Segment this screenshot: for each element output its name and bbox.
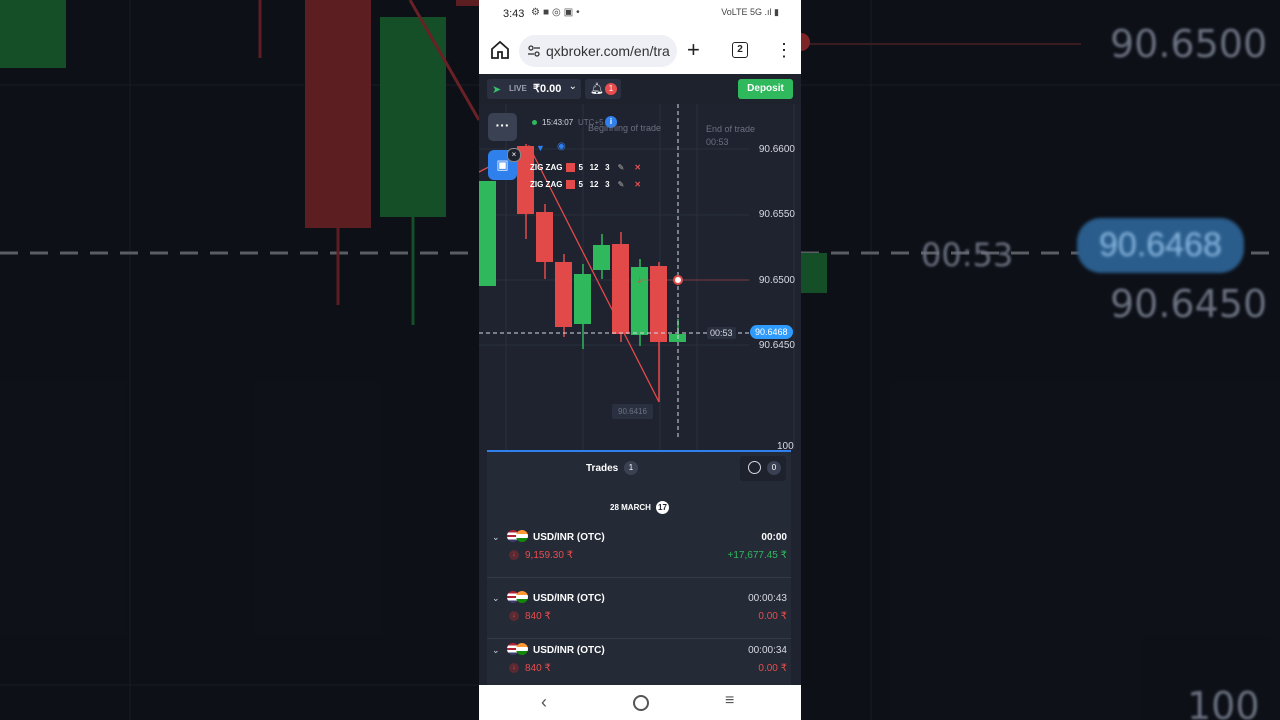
arrow-down-icon: ↓ [509, 550, 519, 560]
candle [650, 266, 667, 342]
chevron-down-icon[interactable]: ⌄ [492, 593, 500, 604]
background-level: 100 [1187, 684, 1260, 720]
trade-amount: 9,159.30 ₹ [525, 550, 574, 561]
status-signal-icons: VoLTE 5G .ıl ▮ [721, 7, 779, 17]
date-badge: 17 [656, 501, 669, 514]
site-settings-icon[interactable] [527, 44, 541, 58]
trade-timer: 00:00 [761, 532, 787, 543]
deposit-button[interactable]: Deposit [738, 79, 793, 99]
trade-timer: 00:00:43 [748, 593, 787, 604]
chevron-down-icon[interactable]: ⌄ [492, 645, 500, 656]
trade-profit: 0.00 ₹ [758, 663, 787, 674]
candle [612, 244, 629, 334]
price-axis-label: 90.6600 [758, 144, 795, 155]
background-time: 00:53 [921, 236, 1014, 274]
candle [536, 212, 553, 262]
trade-profit: 0.00 ₹ [758, 611, 787, 622]
background-price-1: 90.6500 [1110, 22, 1268, 66]
history-count-badge: 0 [767, 461, 781, 475]
trade-pair: USD/INR (OTC) [533, 593, 605, 604]
trade-timer: 00:00:34 [748, 645, 787, 656]
background-price-pill: 90.6468 [1077, 218, 1244, 273]
candle [479, 181, 496, 286]
trades-panel: Trades 1 0 28 MARCH 17 ⌄ USD/INR (OTC) 0… [487, 450, 791, 687]
arrow-down-icon: ↓ [509, 611, 519, 621]
price-axis-label: 90.6550 [758, 209, 795, 220]
current-price-tag: 90.6468 [750, 325, 793, 339]
candle [593, 245, 610, 270]
arrow-down-icon: ↓ [509, 663, 519, 673]
end-of-trade-label: End of trade 00:53 [706, 124, 756, 147]
remove-indicator-icon: ✕ [634, 180, 642, 189]
open-trade-marker[interactable] [673, 275, 683, 285]
back-icon[interactable]: ‹ [541, 692, 547, 713]
status-notification-icons: ⚙■◎▣• [531, 7, 583, 18]
price-axis-label: 90.6450 [758, 340, 795, 351]
eye-icon[interactable]: ◉ [557, 141, 566, 152]
currency-flags-icon [507, 591, 529, 604]
notifications-button[interactable]: 🔔︎ 1 [585, 79, 621, 99]
price-chart[interactable]: ↓ ··· ▣ × ▼ ◉ 15:43:07 UTC+5 i Beginning… [479, 104, 801, 452]
account-mode: LIVE [509, 84, 527, 93]
url-text[interactable]: qxbroker.com/en/tra [546, 43, 674, 59]
trades-count-badge: 1 [624, 461, 638, 475]
paper-plane-icon: ➤ [492, 84, 502, 96]
remove-indicator-icon: ✕ [634, 163, 642, 172]
indicator-row[interactable]: ZIG ZAG 5 12 3 ✎ ✕ [530, 163, 642, 173]
background-right: 90.6500 00:53 90.6468 90.6450 100 [801, 0, 1280, 720]
trade-amount: 840 ₹ [525, 663, 551, 674]
chevron-down-icon[interactable]: ⌄ [492, 532, 500, 543]
address-bar[interactable]: qxbroker.com/en/tra [519, 35, 677, 67]
beginning-of-trade-label: Beginning of trade [588, 123, 662, 133]
svg-text:↓: ↓ [636, 276, 643, 285]
trade-pair: USD/INR (OTC) [533, 645, 605, 656]
phone-screen: 3:43 ⚙■◎▣• VoLTE 5G .ıl ▮ qxbroker.com/e… [479, 0, 801, 720]
triangle-down-icon[interactable]: ▼ [536, 143, 545, 153]
end-countdown: 00:53 [706, 137, 729, 147]
low-price-label: 90.6416 [612, 404, 653, 419]
home-button-icon[interactable] [633, 695, 649, 711]
status-bar: 3:43 ⚙■◎▣• VoLTE 5G .ıl ▮ [479, 0, 801, 28]
bell-icon: 🔔︎ [590, 83, 604, 95]
account-selector[interactable]: ➤ LIVE ₹0.00 ⌄ [487, 79, 581, 99]
trade-pair: USD/INR (OTC) [533, 532, 605, 543]
background-left [0, 0, 479, 720]
currency-flags-icon [507, 530, 529, 543]
background-price-3: 90.6450 [1110, 282, 1268, 326]
app-header: ➤ LIVE ₹0.00 ⌄ 🔔︎ 1 Deposit [479, 74, 801, 104]
trade-amount: 840 ₹ [525, 611, 551, 622]
trade-item[interactable]: ⌄ USD/INR (OTC) 00:00:43 ↓ 840 ₹ 0.00 ₹ [487, 589, 791, 639]
candle [555, 262, 572, 327]
server-clock: 15:43:07 [542, 118, 574, 127]
close-icon[interactable]: × [507, 148, 521, 162]
price-axis-label: 90.6500 [758, 275, 795, 286]
candle [574, 274, 591, 324]
tab-switcher-icon[interactable]: 2 [732, 42, 748, 58]
new-tab-icon[interactable]: + [687, 39, 700, 61]
android-nav-bar: ‹ ≡ [479, 685, 801, 720]
chevron-down-icon: ⌄ [568, 81, 577, 92]
edit-icon: ✎ [617, 180, 625, 189]
edit-icon: ✎ [617, 163, 625, 172]
clock-icon [748, 461, 761, 474]
indicator-row[interactable]: ZIG ZAG 5 12 3 ✎ ✕ [530, 180, 642, 190]
account-balance: ₹0.00 [533, 83, 562, 95]
server-status-dot [532, 120, 537, 125]
more-options-button[interactable]: ··· [488, 113, 517, 141]
recent-apps-icon[interactable]: ≡ [725, 692, 734, 710]
status-time: 3:43 [503, 8, 525, 20]
trade-profit: +17,677.45 ₹ [727, 550, 787, 561]
history-tab[interactable]: 0 [740, 456, 786, 481]
countdown-tag: 00:53 [707, 327, 736, 339]
browser-toolbar: qxbroker.com/en/tra + 2 ⋮ [479, 28, 801, 74]
date-header: 28 MARCH [610, 503, 651, 512]
trades-tab[interactable]: Trades [586, 463, 618, 474]
trade-item[interactable]: ⌄ USD/INR (OTC) 00:00:34 ↓ 840 ₹ 0.00 ₹ [487, 641, 791, 691]
candlestick-chart[interactable]: ↓ [479, 104, 801, 450]
trade-item[interactable]: ⌄ USD/INR (OTC) 00:00 ↓ 9,159.30 ₹ +17,6… [487, 528, 791, 578]
currency-flags-icon [507, 643, 529, 656]
notification-badge: 1 [605, 83, 617, 95]
home-icon[interactable] [489, 39, 511, 61]
browser-menu-icon[interactable]: ⋮ [775, 40, 793, 60]
